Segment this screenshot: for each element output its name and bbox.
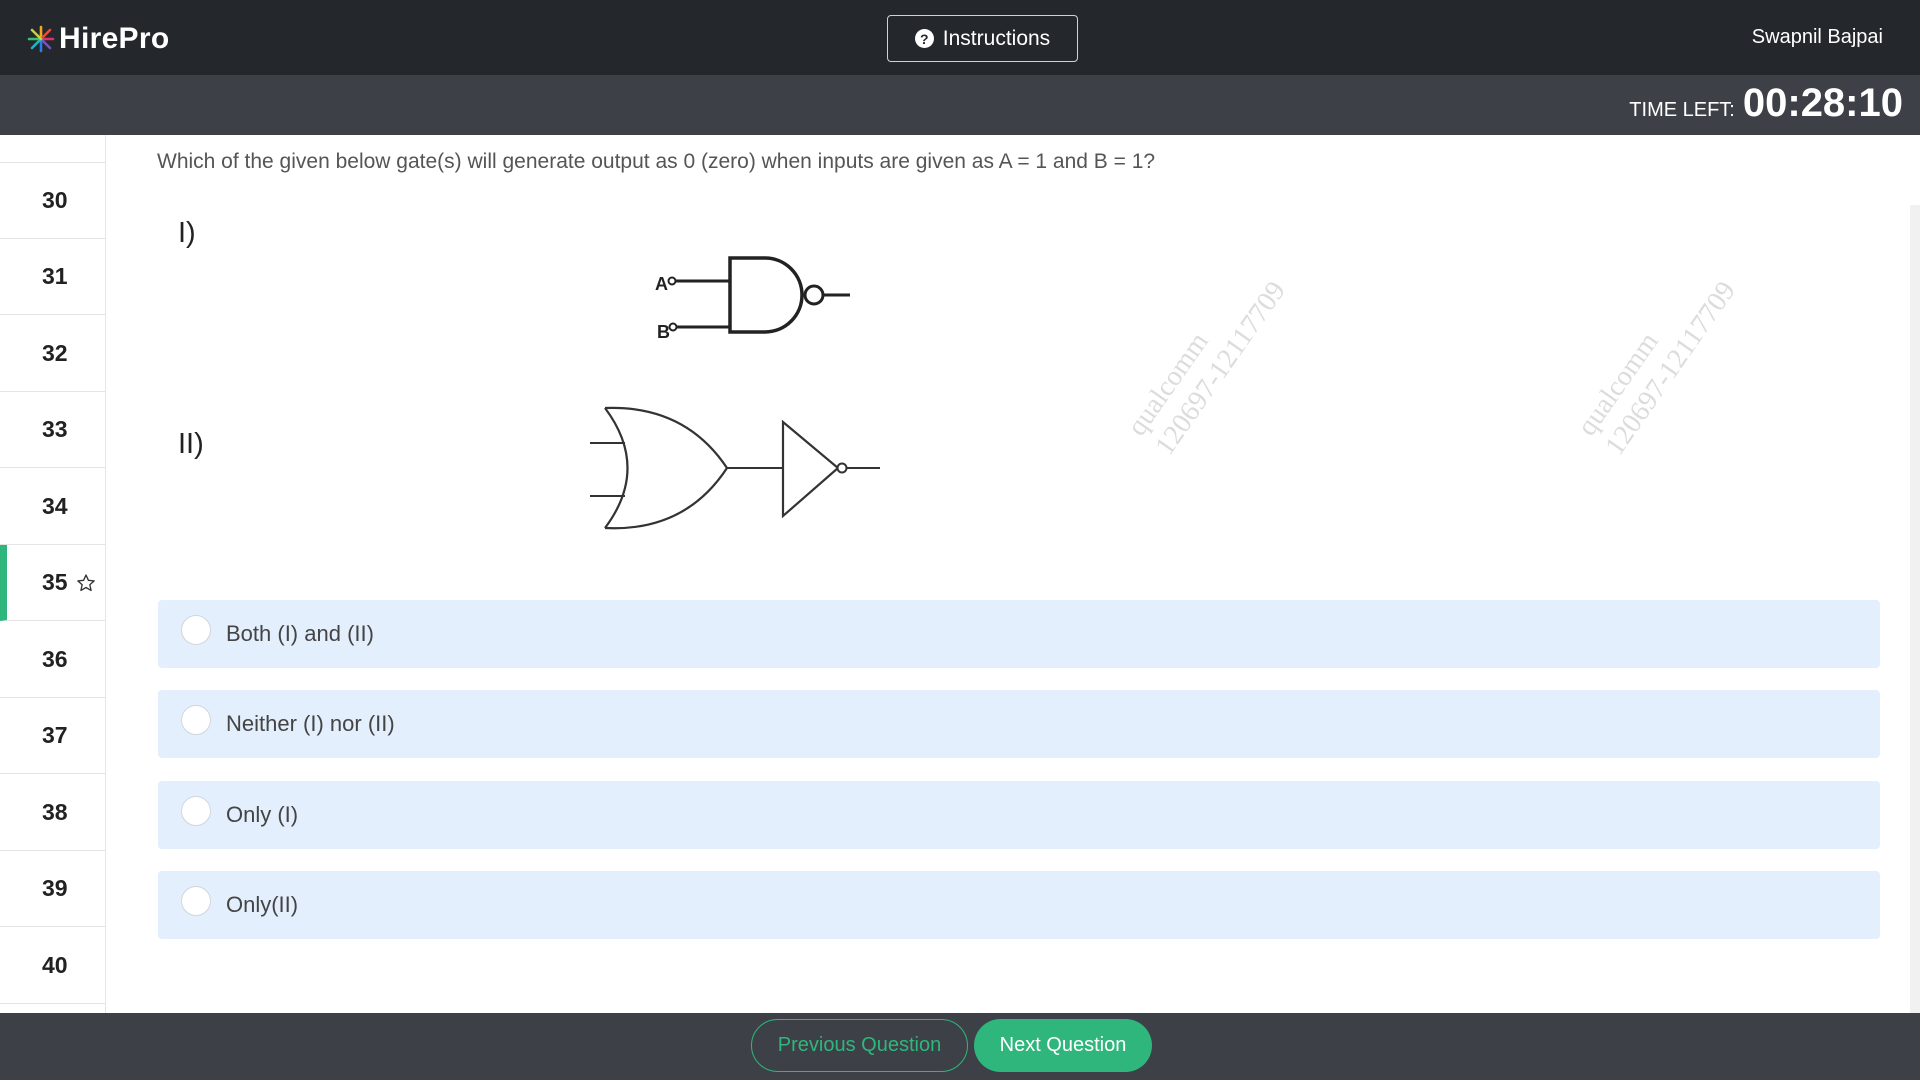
question-nav-item[interactable]: 32 xyxy=(0,316,105,392)
top-bar: HirePro ? Instructions Swapnil Bajpai xyxy=(0,0,1920,75)
question-circle-icon: ? xyxy=(914,29,934,48)
question-nav-item[interactable]: 38 xyxy=(0,775,105,851)
question-number: 29 xyxy=(42,135,68,138)
answer-option[interactable]: Only(II) xyxy=(158,871,1880,939)
question-panel: qualcomm 120697-12117709 qualcomm 120697… xyxy=(105,135,1920,1013)
hirepro-logo-icon xyxy=(27,25,55,53)
bottom-bar: Previous Question Next Question xyxy=(0,1013,1920,1080)
answer-option[interactable]: Neither (I) nor (II) xyxy=(158,690,1880,758)
question-nav-item[interactable]: 33 xyxy=(0,392,105,468)
question-nav-item-active[interactable]: 35 xyxy=(0,545,105,621)
question-nav-item[interactable]: 29 xyxy=(0,135,105,163)
radio-button[interactable] xyxy=(181,705,211,735)
option-label: Only (I) xyxy=(226,802,299,827)
question-navigator: 29 30 31 32 33 34 35 36 37 38 39 40 xyxy=(0,135,105,1013)
input-b-label: B xyxy=(657,322,670,342)
question-number: 34 xyxy=(42,493,68,519)
option-label: Neither (I) nor (II) xyxy=(226,711,395,736)
part-one-label: I) xyxy=(178,217,196,249)
timer-bar: TIME LEFT: 00:28:10 xyxy=(0,75,1920,135)
question-number: 33 xyxy=(42,416,68,442)
question-nav-item[interactable]: 39 xyxy=(0,851,105,927)
nand-gate-diagram: A B xyxy=(655,256,850,342)
instructions-button[interactable]: ? Instructions xyxy=(887,15,1078,62)
previous-question-button[interactable]: Previous Question xyxy=(751,1019,968,1072)
watermark: qualcomm 120697-12117709 xyxy=(1571,256,1744,462)
question-nav-item[interactable]: 40 xyxy=(0,928,105,1004)
question-number: 35 xyxy=(42,569,68,595)
radio-button[interactable] xyxy=(181,886,211,916)
question-nav-item[interactable]: 37 xyxy=(0,698,105,774)
star-icon[interactable] xyxy=(76,573,96,593)
question-text: Which of the given below gate(s) will ge… xyxy=(157,150,1156,173)
answer-option[interactable]: Both (I) and (II) xyxy=(158,600,1880,668)
option-label: Only(II) xyxy=(226,892,299,917)
question-nav-item[interactable]: 31 xyxy=(0,239,105,315)
part-two-label: II) xyxy=(178,428,204,460)
next-question-button[interactable]: Next Question xyxy=(974,1019,1152,1072)
time-left-value: 00:28:10 xyxy=(1742,81,1903,125)
question-number: 32 xyxy=(42,340,68,366)
question-nav-item[interactable]: 30 xyxy=(0,163,105,239)
question-number: 31 xyxy=(42,263,68,289)
input-a-label: A xyxy=(655,274,668,294)
user-name: Swapnil Bajpai xyxy=(1751,26,1883,48)
question-nav-item[interactable]: 36 xyxy=(0,622,105,698)
watermark: qualcomm 120697-12117709 xyxy=(1121,256,1294,462)
instructions-label: Instructions xyxy=(942,26,1051,50)
radio-button[interactable] xyxy=(181,615,211,645)
logo-text: HirePro xyxy=(59,22,170,55)
question-number: 30 xyxy=(42,187,68,213)
question-number: 37 xyxy=(42,722,68,748)
option-label: Both (I) and (II) xyxy=(226,621,374,646)
question-number: 36 xyxy=(42,646,68,672)
scrollbar[interactable] xyxy=(1910,205,1920,1013)
question-nav-item[interactable]: 34 xyxy=(0,469,105,545)
logo: HirePro xyxy=(26,22,169,56)
or-not-gate-diagram xyxy=(590,406,880,530)
time-left-label: TIME LEFT: xyxy=(1629,99,1735,121)
question-number: 40 xyxy=(42,952,68,978)
radio-button[interactable] xyxy=(181,796,211,826)
question-number: 39 xyxy=(42,875,68,901)
answer-option[interactable]: Only (I) xyxy=(158,781,1880,849)
question-number: 38 xyxy=(42,799,68,825)
timer: TIME LEFT: 00:28:10 xyxy=(1629,81,1903,126)
